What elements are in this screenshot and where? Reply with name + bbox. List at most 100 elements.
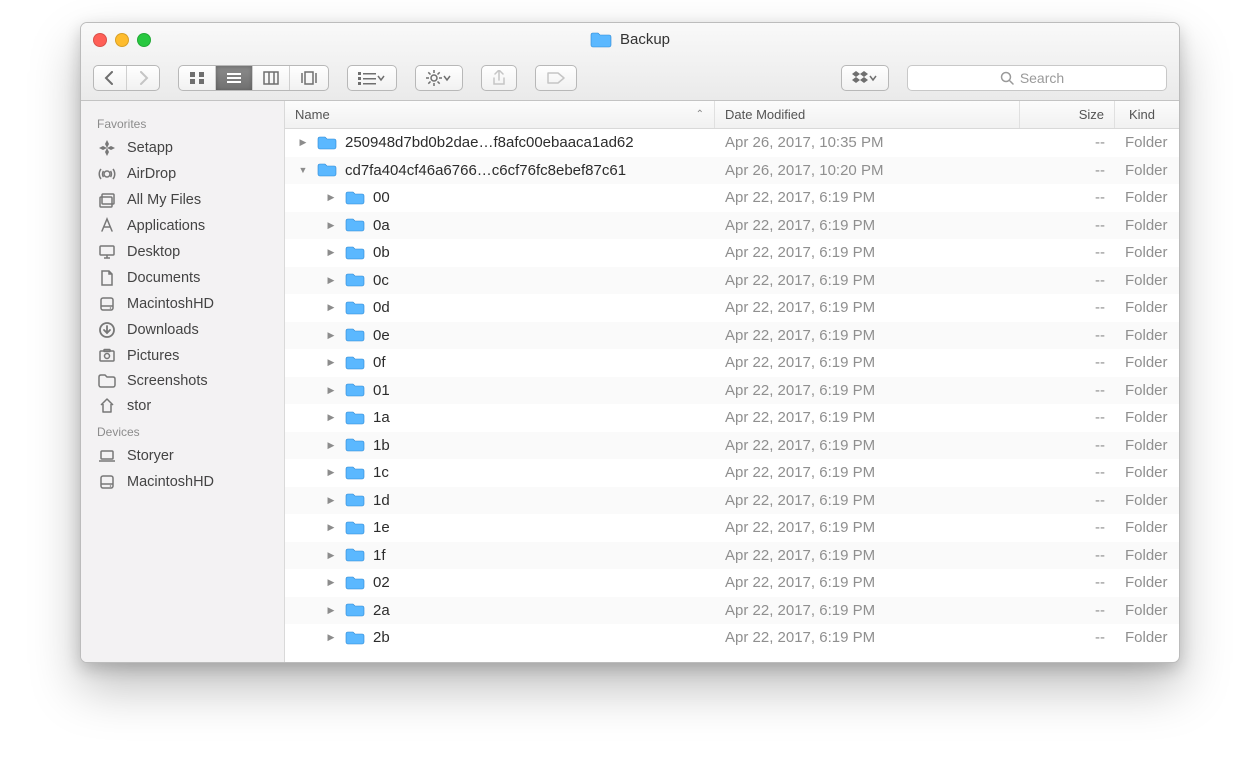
arrange-button[interactable]	[347, 65, 397, 91]
all-files-icon	[97, 191, 117, 209]
table-row[interactable]: ▶250948d7bd0b2dae…f8afc00ebaaca1ad62Apr …	[285, 129, 1179, 157]
table-row[interactable]: ▶2bApr 22, 2017, 6:19 PM--Folder	[285, 624, 1179, 652]
table-row[interactable]: ▶1aApr 22, 2017, 6:19 PM--Folder	[285, 404, 1179, 432]
disclosure-triangle-icon[interactable]: ▶	[325, 192, 337, 203]
file-kind: Folder	[1115, 327, 1179, 344]
sidebar-item-macintoshhd[interactable]: MacintoshHD	[89, 291, 276, 317]
table-row[interactable]: ▶1bApr 22, 2017, 6:19 PM--Folder	[285, 432, 1179, 460]
table-row[interactable]: ▶0aApr 22, 2017, 6:19 PM--Folder	[285, 212, 1179, 240]
disclosure-triangle-icon[interactable]: ▼	[297, 165, 309, 175]
disclosure-triangle-icon[interactable]: ▶	[325, 220, 337, 231]
sidebar-item-label: All My Files	[127, 192, 201, 208]
file-date: Apr 22, 2017, 6:19 PM	[715, 629, 1020, 646]
sidebar-item-all-my-files[interactable]: All My Files	[89, 187, 276, 213]
disclosure-triangle-icon[interactable]: ▶	[325, 440, 337, 451]
table-row[interactable]: ▶01Apr 22, 2017, 6:19 PM--Folder	[285, 377, 1179, 405]
disk-icon	[97, 473, 117, 491]
table-row[interactable]: ▶0fApr 22, 2017, 6:19 PM--Folder	[285, 349, 1179, 377]
column-headers: Name ⌃ Date Modified Size Kind	[285, 101, 1179, 129]
table-row[interactable]: ▶0cApr 22, 2017, 6:19 PM--Folder	[285, 267, 1179, 295]
file-size: --	[1020, 244, 1115, 261]
file-name: cd7fa404cf46a6766…c6cf76fc8ebef87c61	[345, 162, 626, 179]
table-row[interactable]: ▶0bApr 22, 2017, 6:19 PM--Folder	[285, 239, 1179, 267]
table-row[interactable]: ▶0eApr 22, 2017, 6:19 PM--Folder	[285, 322, 1179, 350]
dropbox-button[interactable]	[841, 65, 889, 91]
action-button[interactable]	[415, 65, 463, 91]
folder-icon	[345, 217, 365, 233]
column-kind[interactable]: Kind	[1115, 101, 1179, 128]
disclosure-triangle-icon[interactable]: ▶	[325, 247, 337, 258]
file-name: 2b	[373, 629, 390, 646]
file-kind: Folder	[1115, 547, 1179, 564]
table-row[interactable]: ▶0dApr 22, 2017, 6:19 PM--Folder	[285, 294, 1179, 322]
minimize-button[interactable]	[115, 33, 129, 47]
sidebar-item-screenshots[interactable]: Screenshots	[89, 369, 276, 393]
sidebar-item-airdrop[interactable]: AirDrop	[89, 161, 276, 187]
sidebar-item-desktop[interactable]: Desktop	[89, 239, 276, 265]
disclosure-triangle-icon[interactable]: ▶	[325, 330, 337, 341]
sidebar-item-downloads[interactable]: Downloads	[89, 317, 276, 343]
disclosure-triangle-icon[interactable]: ▶	[325, 577, 337, 588]
share-button[interactable]	[481, 65, 517, 91]
disclosure-triangle-icon[interactable]: ▶	[325, 357, 337, 368]
back-button[interactable]	[94, 66, 127, 90]
sidebar-item-stor[interactable]: stor	[89, 393, 276, 419]
tags-button[interactable]	[535, 65, 577, 91]
disclosure-triangle-icon[interactable]: ▶	[325, 412, 337, 423]
file-size: --	[1020, 327, 1115, 344]
disclosure-triangle-icon[interactable]: ▶	[325, 385, 337, 396]
table-row[interactable]: ▶00Apr 22, 2017, 6:19 PM--Folder	[285, 184, 1179, 212]
view-mode-buttons	[178, 65, 329, 91]
disclosure-triangle-icon[interactable]: ▶	[325, 522, 337, 533]
maximize-button[interactable]	[137, 33, 151, 47]
sidebar-item-documents[interactable]: Documents	[89, 265, 276, 291]
sidebar-item-applications[interactable]: Applications	[89, 213, 276, 239]
column-date[interactable]: Date Modified	[715, 101, 1020, 128]
file-kind: Folder	[1115, 492, 1179, 509]
file-size: --	[1020, 464, 1115, 481]
column-size[interactable]: Size	[1020, 101, 1115, 128]
file-name: 0f	[373, 354, 386, 371]
table-row[interactable]: ▶1fApr 22, 2017, 6:19 PM--Folder	[285, 542, 1179, 570]
file-size: --	[1020, 437, 1115, 454]
disclosure-triangle-icon[interactable]: ▶	[325, 605, 337, 616]
column-name[interactable]: Name ⌃	[285, 101, 715, 128]
disclosure-triangle-icon[interactable]: ▶	[325, 275, 337, 286]
disclosure-triangle-icon[interactable]: ▶	[325, 302, 337, 313]
coverflow-view-button[interactable]	[290, 66, 328, 90]
table-row[interactable]: ▶2aApr 22, 2017, 6:19 PM--Folder	[285, 597, 1179, 625]
table-row[interactable]: ▶1eApr 22, 2017, 6:19 PM--Folder	[285, 514, 1179, 542]
file-size: --	[1020, 134, 1115, 151]
folder-icon	[317, 135, 337, 151]
home-icon	[97, 397, 117, 415]
icon-view-button[interactable]	[179, 66, 216, 90]
folder-icon	[590, 31, 612, 49]
sidebar-item-pictures[interactable]: Pictures	[89, 343, 276, 369]
sidebar-item-storyer[interactable]: Storyer	[89, 443, 276, 469]
file-list-pane: Name ⌃ Date Modified Size Kind ▶250948d7…	[285, 101, 1179, 662]
table-row[interactable]: ▶1cApr 22, 2017, 6:19 PM--Folder	[285, 459, 1179, 487]
disclosure-triangle-icon[interactable]: ▶	[297, 137, 309, 148]
sidebar-item-setapp[interactable]: Setapp	[89, 135, 276, 161]
table-row[interactable]: ▶1dApr 22, 2017, 6:19 PM--Folder	[285, 487, 1179, 515]
close-button[interactable]	[93, 33, 107, 47]
disclosure-triangle-icon[interactable]: ▶	[325, 632, 337, 643]
search-input[interactable]	[1070, 69, 1074, 87]
table-row[interactable]: ▶02Apr 22, 2017, 6:19 PM--Folder	[285, 569, 1179, 597]
file-date: Apr 22, 2017, 6:19 PM	[715, 189, 1020, 206]
disclosure-triangle-icon[interactable]: ▶	[325, 467, 337, 478]
column-view-button[interactable]	[253, 66, 290, 90]
file-name: 1c	[373, 464, 389, 481]
sort-asc-icon: ⌃	[696, 109, 704, 120]
disclosure-triangle-icon[interactable]: ▶	[325, 550, 337, 561]
list-view-button[interactable]	[216, 66, 253, 90]
disclosure-triangle-icon[interactable]: ▶	[325, 495, 337, 506]
file-rows: ▶250948d7bd0b2dae…f8afc00ebaaca1ad62Apr …	[285, 129, 1179, 662]
file-kind: Folder	[1115, 354, 1179, 371]
forward-button[interactable]	[127, 66, 159, 90]
file-name: 2a	[373, 602, 390, 619]
table-row[interactable]: ▼cd7fa404cf46a6766…c6cf76fc8ebef87c61Apr…	[285, 157, 1179, 185]
sidebar-item-macintoshhd[interactable]: MacintoshHD	[89, 469, 276, 495]
search-field[interactable]: Search	[907, 65, 1167, 91]
file-kind: Folder	[1115, 272, 1179, 289]
